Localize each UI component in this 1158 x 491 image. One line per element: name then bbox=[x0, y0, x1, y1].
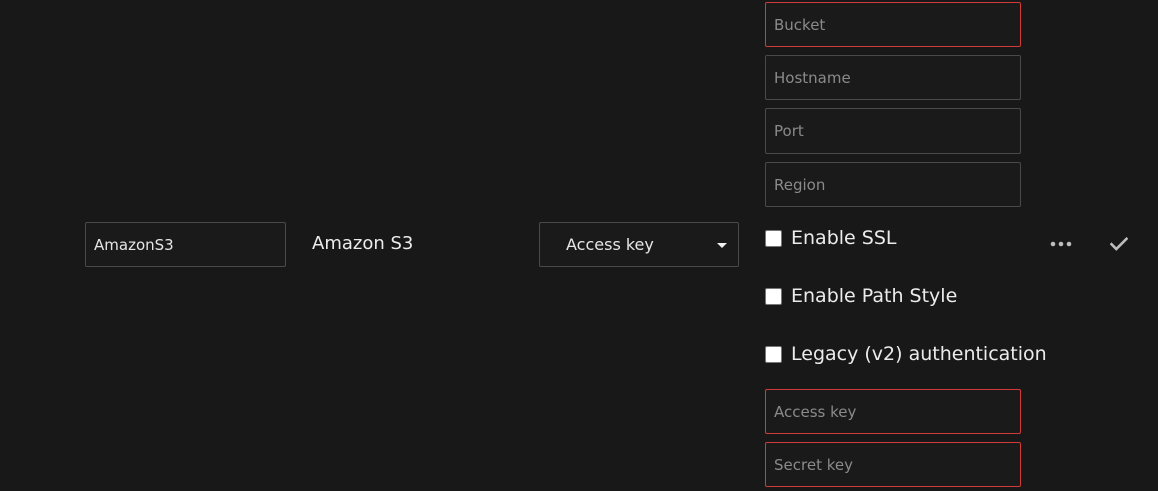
access-key-input[interactable] bbox=[765, 389, 1021, 434]
hostname-input[interactable] bbox=[765, 55, 1021, 100]
bucket-input[interactable] bbox=[765, 2, 1021, 47]
legacy-auth-checkbox[interactable] bbox=[765, 345, 782, 363]
enable-path-style-label: Enable Path Style bbox=[791, 285, 958, 307]
more-options-button[interactable] bbox=[1046, 232, 1076, 256]
secret-key-input[interactable] bbox=[765, 442, 1021, 487]
checkmark-icon bbox=[1110, 237, 1128, 251]
confirm-button[interactable] bbox=[1104, 231, 1134, 257]
remote-name-input[interactable] bbox=[85, 222, 286, 267]
provider-name: Amazon S3 bbox=[312, 233, 414, 254]
enable-ssl-option[interactable]: Enable SSL bbox=[765, 227, 896, 249]
chevron-down-icon bbox=[717, 243, 727, 248]
region-input[interactable] bbox=[765, 162, 1021, 207]
auth-type-select[interactable]: Access key bbox=[539, 222, 739, 267]
enable-ssl-checkbox[interactable] bbox=[765, 229, 782, 247]
enable-ssl-label: Enable SSL bbox=[791, 227, 897, 249]
enable-path-style-checkbox[interactable] bbox=[765, 287, 782, 305]
enable-path-style-option[interactable]: Enable Path Style bbox=[765, 285, 957, 307]
auth-type-selected-value: Access key bbox=[566, 235, 654, 254]
legacy-auth-option[interactable]: Legacy (v2) authentication bbox=[765, 343, 1047, 365]
port-input[interactable] bbox=[765, 108, 1021, 154]
legacy-auth-label: Legacy (v2) authentication bbox=[791, 343, 1047, 365]
more-horizontal-icon bbox=[1050, 241, 1072, 247]
